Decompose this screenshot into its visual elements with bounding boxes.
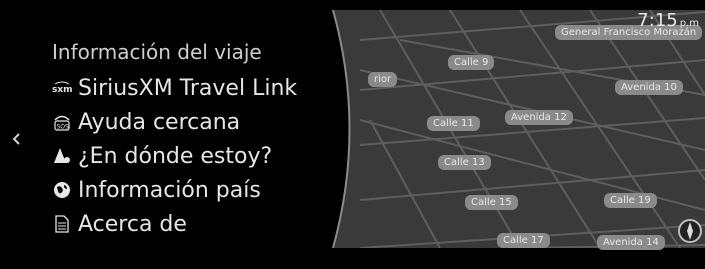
menu-item-label: SiriusXM Travel Link <box>78 75 298 101</box>
location-pin-icon <box>52 146 72 166</box>
document-icon <box>52 214 72 234</box>
svg-text:sxm: sxm <box>52 85 72 95</box>
sos-icon: SOS <box>52 112 72 132</box>
menu-item-label: Ayuda cercana <box>78 109 241 135</box>
menu-item-acerca-de[interactable]: Acerca de <box>52 209 187 239</box>
trip-info-menu: Información del viaje sxm SiriusXM Trave… <box>0 0 705 269</box>
menu-item-label: ¿En dónde estoy? <box>78 143 273 169</box>
menu-item-siriusxm-travel-link[interactable]: sxm SiriusXM Travel Link <box>52 73 297 103</box>
compass-icon[interactable] <box>677 218 703 244</box>
menu-title: Información del viaje <box>52 40 262 64</box>
menu-item-ayuda-cercana[interactable]: SOS Ayuda cercana <box>52 107 240 137</box>
menu-item-label: Información país <box>78 177 261 203</box>
globe-icon <box>52 180 72 200</box>
sxm-icon: sxm <box>52 78 72 98</box>
menu-item-informacion-pais[interactable]: Información país <box>52 175 261 205</box>
svg-text:SOS: SOS <box>57 124 70 131</box>
menu-item-en-donde-estoy[interactable]: ¿En dónde estoy? <box>52 141 272 171</box>
menu-item-label: Acerca de <box>78 211 187 237</box>
screen: General Francisco Morazán Calle 9 rior A… <box>0 0 705 269</box>
